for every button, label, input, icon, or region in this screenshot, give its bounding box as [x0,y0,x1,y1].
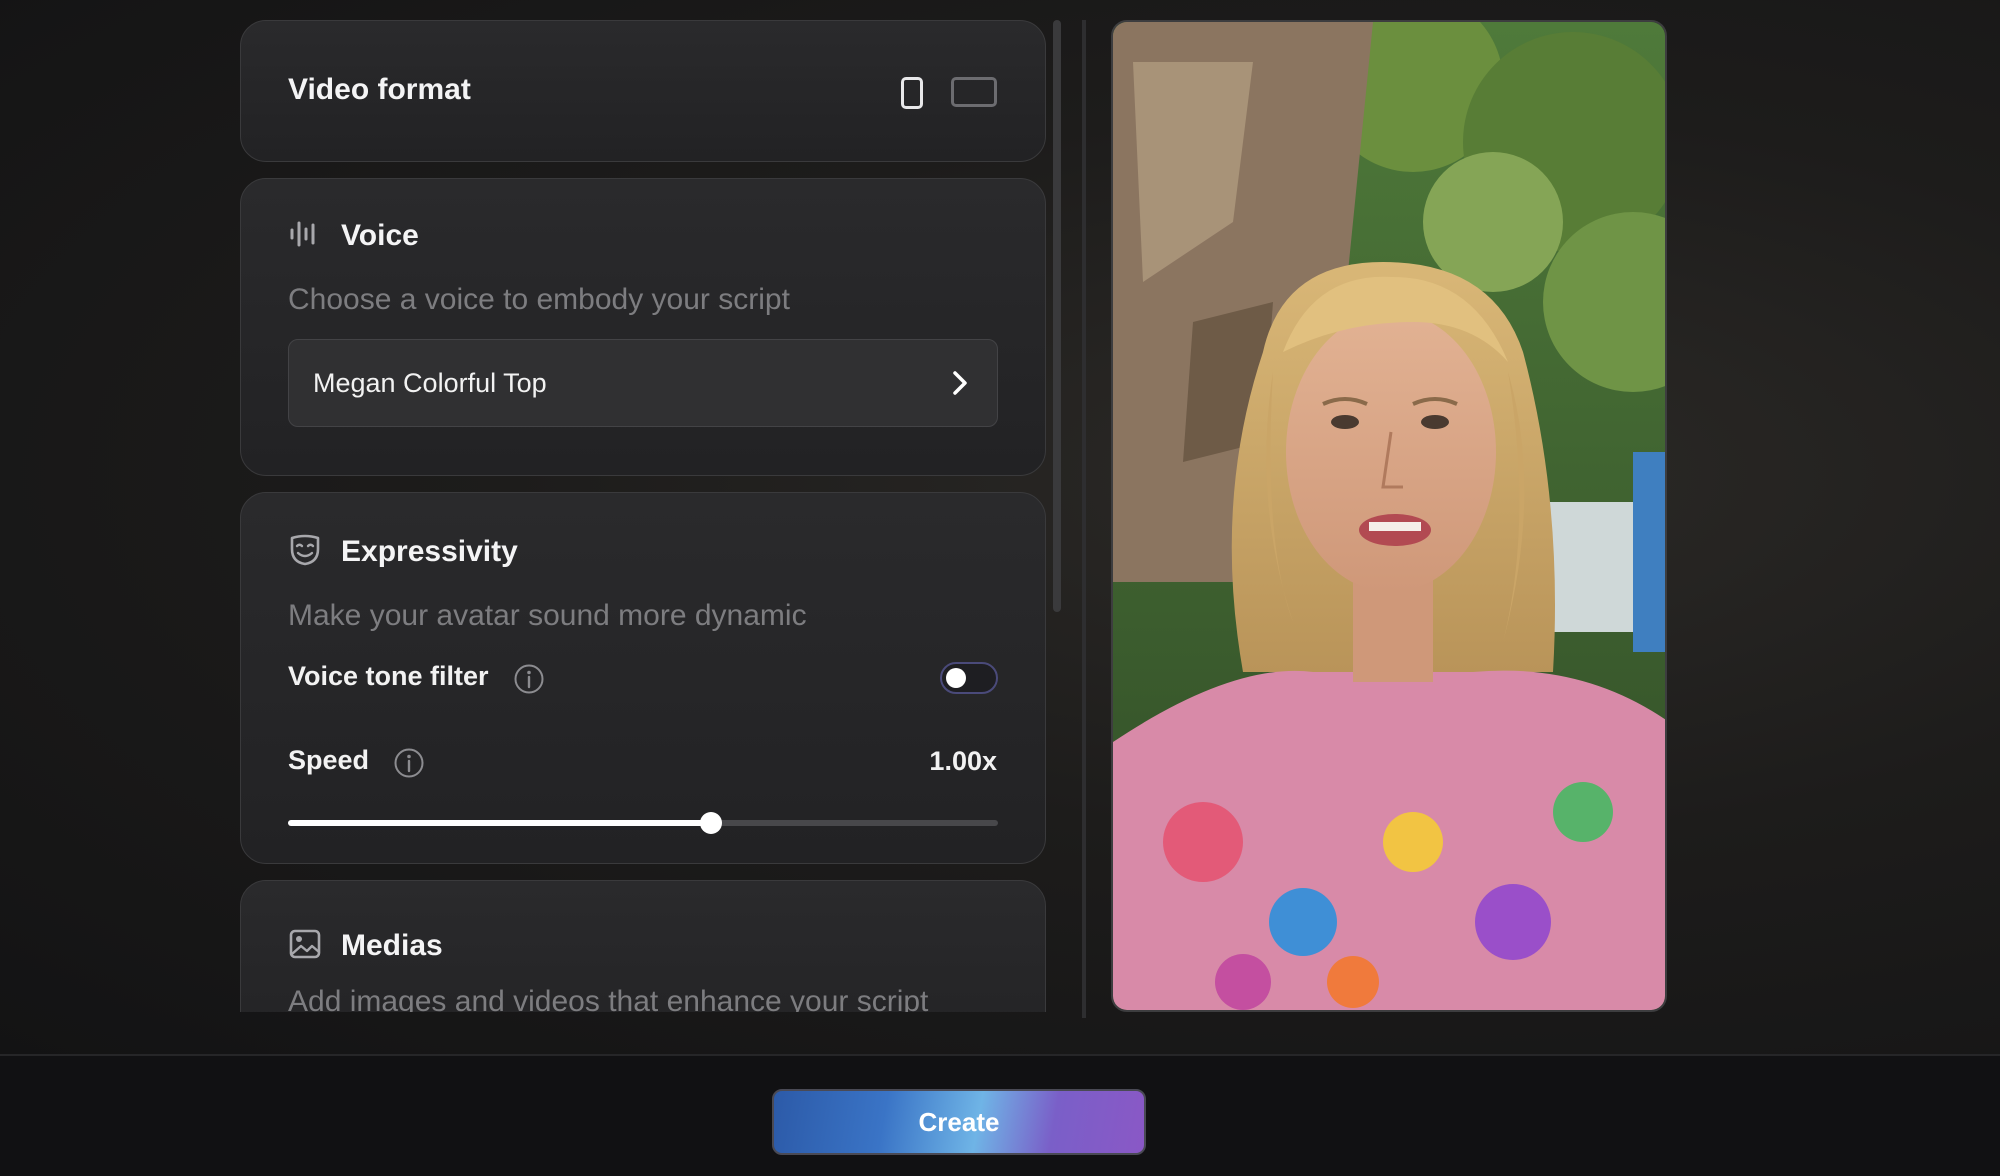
expressivity-subtitle: Make your avatar sound more dynamic [288,599,807,632]
voice-tone-filter-label: Voice tone filter [288,661,489,691]
voice-tone-filter-toggle[interactable] [940,662,998,694]
speed-slider[interactable] [288,811,998,835]
speed-value: 1.00x [929,746,997,776]
editor-stage: Video format Voice Choose a voice to emb… [0,0,2000,1054]
voice-title: Voice [341,219,419,252]
landscape-format-button[interactable] [951,77,997,107]
slider-fill [288,820,712,826]
settings-scrollbar[interactable] [1053,20,1061,612]
video-format-card: Video format [240,20,1046,162]
image-icon [289,929,321,959]
panel-divider [1082,20,1086,1018]
speed-info-icon[interactable] [393,747,425,779]
slider-thumb[interactable] [700,812,723,834]
speed-label: Speed [288,745,370,775]
settings-panel: Video format Voice Choose a voice to emb… [240,20,1046,1012]
voice-select[interactable]: Megan Colorful Top [288,339,998,427]
mask-icon [290,534,320,566]
chevron-right-icon [953,371,967,395]
waveform-icon [290,221,315,247]
medias-title: Medias [341,929,443,962]
voice-tone-info-icon[interactable] [513,663,545,695]
voice-card: Voice Choose a voice to embody your scri… [240,178,1046,476]
voice-select-value: Megan Colorful Top [313,368,547,398]
voice-subtitle: Choose a voice to embody your script [288,283,790,316]
medias-card: Medias Add images and videos that enhanc… [240,880,1046,1012]
create-button-label: Create [918,1106,1000,1137]
avatar-preview-image [1113,22,1665,1010]
portrait-format-button[interactable] [901,77,923,109]
toggle-knob [946,668,966,688]
medias-subtitle: Add images and videos that enhance your … [288,985,929,1012]
avatar-preview [1111,20,1667,1012]
video-format-title: Video format [288,73,471,106]
expressivity-card: Expressivity Make your avatar sound more… [240,492,1046,864]
create-button[interactable]: Create [772,1089,1146,1155]
expressivity-title: Expressivity [341,535,518,568]
